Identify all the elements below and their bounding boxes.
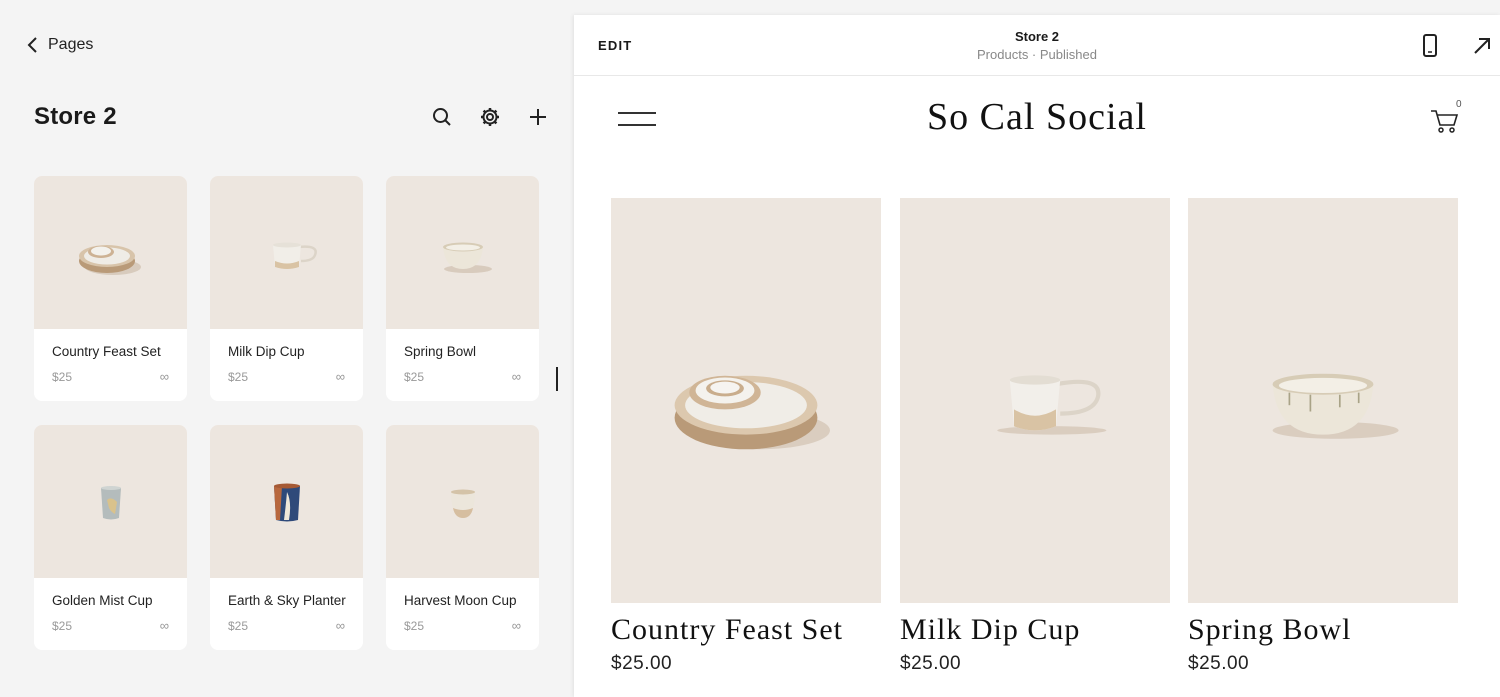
search-button[interactable] [430,105,454,129]
stock-infinite-icon: ∞ [511,369,521,384]
preview-product-spring-bowl[interactable]: Spring Bowl $25.00 [1188,198,1458,675]
product-name[interactable]: Spring Bowl [1188,613,1458,647]
bowl-image [1272,373,1399,439]
preview-page-status: Products · Published [977,47,1097,62]
site-title[interactable]: So Cal Social [574,95,1500,139]
product-name: Milk Dip Cup [228,344,305,359]
open-external-icon[interactable] [1470,33,1494,59]
nesting-bowls-image [78,244,141,275]
product-price: $25.00 [1188,653,1250,674]
chevron-left-icon [27,37,37,53]
back-to-pages-link[interactable]: Pages [26,36,93,54]
gear-icon [481,108,499,126]
product-price: $25 [52,619,73,633]
bowl-image [442,242,492,273]
search-icon [433,108,451,126]
stock-infinite-icon: ∞ [159,369,169,384]
mobile-view-icon[interactable] [1418,33,1442,59]
product-card-country-feast-set[interactable]: Country Feast Set $25 ∞ [34,176,187,401]
product-image [900,198,1170,603]
product-thumbnail [210,425,363,578]
product-price: $25 [404,370,425,384]
nesting-bowls-image [674,375,830,449]
plus-icon [530,109,546,125]
cup-image [450,489,475,518]
product-name: Country Feast Set [52,344,161,359]
product-thumbnail [386,425,539,578]
product-name: Harvest Moon Cup [404,593,517,608]
settings-button[interactable] [478,105,502,129]
cup-image [272,242,317,269]
product-image [1188,198,1458,603]
cup-image [997,374,1107,435]
preview-product-country-feast-set[interactable]: Country Feast Set $25.00 [611,198,881,675]
planter-image [273,483,300,521]
preview-page-title: Store 2 [1014,29,1060,44]
site-preview: EDIT Store 2 Products · Published So Cal… [574,15,1500,697]
stock-infinite-icon: ∞ [335,369,345,384]
stock-infinite-icon: ∞ [335,618,345,633]
product-price: $25 [228,370,249,384]
product-card-earth-sky-planter[interactable]: Earth & Sky Planter $25 ∞ [210,425,363,650]
product-name: Spring Bowl [404,344,477,359]
product-name: Earth & Sky Planter [228,593,346,608]
site-header: So Cal Social 0 [574,77,1500,177]
product-thumbnail [34,425,187,578]
product-price: $25.00 [611,653,673,674]
product-name[interactable]: Country Feast Set [611,613,881,647]
add-product-button[interactable] [526,105,550,129]
preview-product-milk-dip-cup[interactable]: Milk Dip Cup $25.00 [900,198,1170,675]
cart-count: 0 [1456,99,1462,110]
product-price: $25 [404,619,425,633]
product-name[interactable]: Milk Dip Cup [900,613,1170,647]
product-card-golden-mist-cup[interactable]: Golden Mist Cup $25 ∞ [34,425,187,650]
product-price: $25.00 [900,653,962,674]
product-card-harvest-moon-cup[interactable]: Harvest Moon Cup $25 ∞ [386,425,539,650]
product-name: Golden Mist Cup [52,593,153,608]
page-title: Store 2 [34,103,117,130]
product-price: $25 [228,619,249,633]
back-label: Pages [48,36,94,53]
product-thumbnail [210,176,363,329]
product-thumbnail [386,176,539,329]
product-price: $25 [52,370,73,384]
preview-toolbar: EDIT Store 2 Products · Published [574,15,1500,76]
stock-infinite-icon: ∞ [511,618,521,633]
product-card-spring-bowl[interactable]: Spring Bowl $25 ∞ [386,176,539,401]
stock-infinite-icon: ∞ [159,618,169,633]
product-image [611,198,881,603]
product-thumbnail [34,176,187,329]
cup-image [100,485,121,519]
panel-resize-handle[interactable] [556,367,558,391]
product-card-milk-dip-cup[interactable]: Milk Dip Cup $25 ∞ [210,176,363,401]
